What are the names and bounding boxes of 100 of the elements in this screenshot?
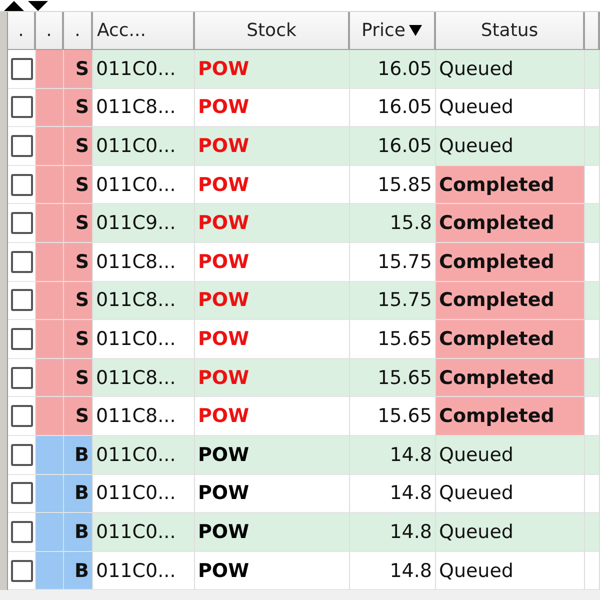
- price-cell: 15.75: [350, 282, 436, 320]
- account-cell: 011C0...: [93, 320, 195, 359]
- filler-cell: [585, 436, 600, 475]
- row-checkbox[interactable]: [10, 366, 32, 389]
- column-header[interactable]: Stock: [195, 12, 350, 50]
- price-cell: 15.65: [350, 397, 436, 436]
- stock-cell: POW: [195, 166, 350, 204]
- column-header[interactable]: .: [64, 12, 93, 50]
- row-checkbox[interactable]: [10, 58, 32, 80]
- status-cell: Completed: [436, 282, 585, 320]
- price-cell: 14.8: [350, 474, 436, 514]
- row-checkbox[interactable]: [10, 444, 32, 466]
- status-cell: Completed: [436, 242, 585, 282]
- status-cell: Queued: [436, 552, 585, 590]
- price-cell: 14.8: [350, 552, 436, 590]
- status-cell: Completed: [436, 320, 585, 359]
- side-cell: S: [64, 88, 93, 128]
- account-cell: 011C0...: [93, 166, 195, 204]
- filler-cell: [585, 320, 600, 359]
- row-checkbox[interactable]: [10, 134, 32, 157]
- column-header[interactable]: Acc...: [93, 12, 195, 50]
- price-cell: 15.65: [350, 320, 436, 359]
- filler-cell: [585, 88, 600, 128]
- row-checkbox[interactable]: [10, 560, 32, 582]
- side-cell: S: [64, 320, 93, 359]
- stock-cell: POW: [195, 513, 350, 552]
- filler-cell: [585, 513, 600, 552]
- filler-cell: [585, 204, 600, 243]
- row-checkbox[interactable]: [10, 482, 32, 504]
- column-header[interactable]: .: [8, 12, 36, 50]
- price-cell: 14.8: [350, 436, 436, 475]
- price-cell: 15.75: [350, 242, 436, 282]
- filler-cell: [585, 474, 600, 514]
- filler-cell: [585, 552, 600, 590]
- stock-cell: POW: [195, 474, 350, 514]
- row-checkbox[interactable]: [10, 250, 32, 273]
- stock-cell: POW: [195, 436, 350, 475]
- account-cell: 011C0...: [93, 50, 195, 89]
- stock-cell: POW: [195, 204, 350, 243]
- stock-cell: POW: [195, 552, 350, 590]
- side-cell: B: [64, 474, 93, 514]
- filler-cell: [585, 166, 600, 204]
- status-cell: Queued: [436, 88, 585, 128]
- stock-cell: POW: [195, 397, 350, 436]
- account-cell: 011C8...: [93, 282, 195, 320]
- column-header[interactable]: .: [36, 12, 64, 50]
- side-cell: B: [64, 513, 93, 552]
- stock-cell: POW: [195, 50, 350, 89]
- row-checkbox[interactable]: [10, 328, 32, 350]
- side-cell: S: [64, 242, 93, 282]
- price-cell: 15.65: [350, 358, 436, 398]
- filler-cell: [585, 127, 600, 166]
- price-cell: 16.05: [350, 50, 436, 89]
- stock-cell: POW: [195, 88, 350, 128]
- filler-cell: [585, 358, 600, 398]
- status-cell: Completed: [436, 204, 585, 243]
- stock-cell: POW: [195, 242, 350, 282]
- side-cell: B: [64, 436, 93, 475]
- price-cell: 15.8: [350, 204, 436, 243]
- column-header[interactable]: Status: [436, 12, 585, 50]
- account-cell: 011C0...: [93, 127, 195, 166]
- account-cell: 011C8...: [93, 397, 195, 436]
- filler-cell: [585, 397, 600, 436]
- stock-cell: POW: [195, 358, 350, 398]
- row-checkbox[interactable]: [10, 96, 32, 118]
- status-cell: Queued: [436, 50, 585, 89]
- filler-cell: [585, 50, 600, 89]
- column-header[interactable]: Price: [350, 12, 436, 50]
- status-cell: Queued: [436, 513, 585, 552]
- side-cell: S: [64, 204, 93, 243]
- row-checkbox[interactable]: [10, 174, 32, 196]
- stock-cell: POW: [195, 282, 350, 320]
- account-cell: 011C8...: [93, 358, 195, 398]
- side-cell: S: [64, 282, 93, 320]
- filler-cell: [585, 282, 600, 320]
- side-cell: S: [64, 50, 93, 89]
- row-checkbox[interactable]: [10, 212, 32, 234]
- account-cell: 011C0...: [93, 513, 195, 552]
- account-cell: 011C9...: [93, 204, 195, 243]
- price-cell: 14.8: [350, 513, 436, 552]
- side-cell: S: [64, 166, 93, 204]
- price-cell: 15.85: [350, 166, 436, 204]
- side-cell: S: [64, 358, 93, 398]
- row-checkbox[interactable]: [10, 405, 32, 428]
- status-cell: Queued: [436, 474, 585, 514]
- stock-cell: POW: [195, 320, 350, 359]
- side-cell: S: [64, 397, 93, 436]
- status-cell: Completed: [436, 166, 585, 204]
- filler-cell: [585, 242, 600, 282]
- header-filler: [585, 12, 600, 50]
- row-checkbox[interactable]: [10, 520, 32, 543]
- status-cell: Completed: [436, 358, 585, 398]
- side-cell: S: [64, 127, 93, 166]
- status-cell: Queued: [436, 436, 585, 475]
- price-cell: 16.05: [350, 127, 436, 166]
- account-cell: 011C0...: [93, 474, 195, 514]
- row-checkbox[interactable]: [10, 289, 32, 312]
- account-cell: 011C8...: [93, 242, 195, 282]
- price-cell: 16.05: [350, 88, 436, 128]
- status-cell: Queued: [436, 127, 585, 166]
